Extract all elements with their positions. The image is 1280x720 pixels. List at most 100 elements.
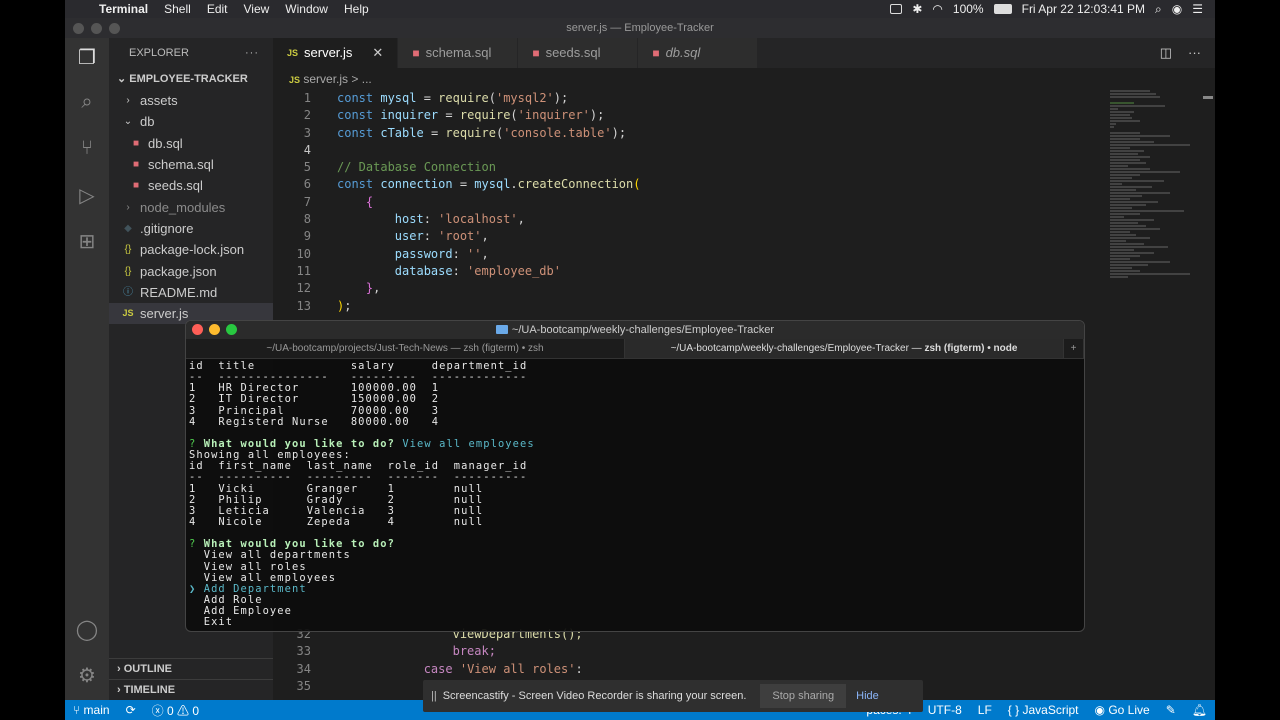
tab-db-sql[interactable]: ■ db.sql [638,38,759,68]
editor-scrollbar[interactable] [1203,96,1213,99]
menu-option: View all employees [203,571,337,584]
close-window-button[interactable] [192,324,203,335]
outline-section[interactable]: › OUTLINE [109,658,273,679]
code-line: 8 host: 'localhost', [273,211,1103,228]
menu-option: Add Employee [203,605,292,618]
notifications-bell-icon[interactable]: 🔔︎ [1184,703,1215,717]
tab-server-js[interactable]: JS server.js ✕ [273,38,399,68]
tree-label: db.sql [148,135,183,151]
tree-folder-node-modules[interactable]: › node_modules [109,196,273,217]
chevron-right-icon: › [126,201,130,213]
extensions-icon[interactable]: ⊞ [75,230,99,254]
tree-file-seeds-sql[interactable]: ■ seeds.sql [109,175,273,196]
user-icon[interactable]: ◉ [1172,2,1182,16]
sharing-message: Screencastify - Screen Video Recorder is… [442,690,747,702]
menu-app-name[interactable]: Terminal [91,2,156,16]
editor-tabs: JS server.js ✕ ■ schema.sql ■ seeds.sql ■ db.… [273,38,1215,68]
menu-option: Exit [203,616,234,629]
terminal-tab-employee-tracker[interactable]: ~/UA-bootcamp/weekly-challenges/Employee… [625,339,1064,358]
tab-label: seeds.sql [545,45,601,60]
code-line: 4 [273,142,1103,159]
menu-view[interactable]: View [236,2,278,16]
terminal-window[interactable]: ~/UA-bootcamp/weekly-challenges/Employee… [185,320,1085,632]
minimize-window-button[interactable] [209,324,220,335]
menu-shell[interactable]: Shell [156,2,199,16]
settings-gear-icon[interactable]: ⚙ [75,664,99,688]
feedback-icon[interactable]: ✎ [1158,703,1184,717]
display-icon[interactable] [890,4,903,14]
line-number: 1 [303,91,311,105]
vscode-titlebar: server.js — Employee-Tracker [65,18,1215,38]
minimap[interactable] [1110,90,1200,510]
tree-label: package.json [140,263,217,279]
source-control-icon[interactable]: ⑂ [75,136,99,160]
battery-icon[interactable] [993,4,1012,14]
menu-help[interactable]: Help [336,2,377,16]
control-center-icon[interactable]: ☰ [1192,2,1203,16]
line-number: 3 [303,125,311,140]
terminal-output[interactable]: id title salary department_id -- -------… [186,359,1084,630]
account-icon[interactable]: ◯ [75,618,99,642]
tab-seeds-sql[interactable]: ■ seeds.sql [518,38,639,68]
problems-indicator[interactable]: ⓧ 0 ⚠ 0 [144,702,207,719]
screen: Terminal Shell Edit View Window Help ✱ ◠… [65,0,1215,720]
explorer-icon[interactable]: ❐ [75,46,99,70]
tree-folder-assets[interactable]: › assets [109,90,273,111]
tree-file-readme[interactable]: ⓘ README.md [109,282,273,303]
close-icon[interactable]: ✕ [372,38,383,68]
tree-file-db-sql[interactable]: ■ db.sql [109,133,273,154]
new-tab-plus-icon[interactable]: + [1064,339,1084,358]
line-number: 8 [303,212,311,227]
line-number: 2 [303,108,311,123]
tree-folder-db[interactable]: ⌄ db [109,111,273,132]
battery-percent[interactable]: 100% [953,2,984,16]
language-label: JavaScript [1022,703,1079,717]
menu-edit[interactable]: Edit [199,2,236,16]
spotlight-icon[interactable]: ⌕ [1155,2,1162,17]
more-actions-icon[interactable]: ··· [245,38,273,68]
encoding-setting[interactable]: UTF-8 [920,703,970,717]
go-live-button[interactable]: ◉ Go Live [1087,703,1158,717]
hide-button[interactable]: Hide [846,690,889,702]
tab-schema-sql[interactable]: ■ schema.sql [398,38,519,68]
pause-icon[interactable]: || [423,690,443,702]
menu-window[interactable]: Window [277,2,336,16]
line-number: 10 [296,246,311,261]
sync-icon[interactable]: ⟳ [118,703,144,717]
explorer-title: EXPLORER [129,47,189,59]
run-debug-icon[interactable]: ▷ [75,184,99,208]
terminal-tab-just-tech-news[interactable]: ~/UA-bootcamp/projects/Just-Tech-News — … [186,339,625,358]
tree-label: README.md [140,284,218,300]
error-icon: ⓧ [151,703,164,718]
timeline-section[interactable]: › TIMELINE [109,679,273,700]
wifi-icon[interactable]: ◠ [932,2,942,16]
tab-label: server.js [304,45,353,60]
more-actions-icon[interactable]: ··· [1188,38,1201,68]
tree-file-schema-sql[interactable]: ■ schema.sql [109,154,273,175]
branch-name: main [83,703,110,717]
search-icon[interactable]: ⌕ [75,90,99,114]
project-root[interactable]: ⌄ EMPLOYEE-TRACKER [109,68,273,90]
breadcrumb-rest[interactable]: > ... [351,72,371,86]
line-number: 6 [303,177,311,192]
eol-setting[interactable]: LF [970,703,1000,717]
tree-file-package-lock[interactable]: {} package-lock.json [109,239,273,260]
window-title: server.js — Employee-Tracker [566,22,714,34]
project-name: EMPLOYEE-TRACKER [129,73,248,85]
line-number: 35 [296,678,311,693]
zoom-window-button[interactable] [226,324,237,335]
split-editor-icon[interactable]: ◫ [1160,38,1172,68]
clock[interactable]: Fri Apr 22 12:03:41 PM [1022,2,1145,16]
bluetooth-icon[interactable]: ✱ [912,2,922,16]
code-line: 10 password: '', [273,246,1103,263]
tree-label: schema.sql [148,157,214,173]
warning-count: 0 [192,703,200,718]
language-mode[interactable]: { } JavaScript [1000,703,1087,717]
branch-indicator[interactable]: ⑂ main [65,703,118,717]
tree-file-package-json[interactable]: {} package.json [109,260,273,281]
tree-file-gitignore[interactable]: ◆ .gitignore [109,218,273,239]
outline-label: OUTLINE [123,663,173,675]
code-line: 7 { [273,194,1103,211]
stop-sharing-button[interactable]: Stop sharing [760,684,847,708]
breadcrumb-file[interactable]: server.js [303,72,348,86]
